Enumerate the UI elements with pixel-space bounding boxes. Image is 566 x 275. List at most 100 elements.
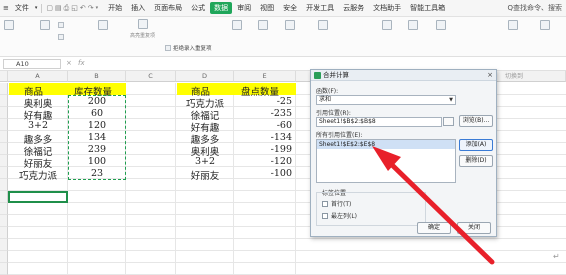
- print-icon[interactable]: ⎙: [64, 4, 70, 13]
- left-col-checkbox[interactable]: 最左列(L): [322, 211, 357, 220]
- table2-product-cell[interactable]: 3+2: [183, 156, 227, 167]
- cancel-formula-icon[interactable]: ×: [66, 59, 72, 67]
- menu-tab[interactable]: 智能工具箱: [406, 2, 449, 14]
- table1-product-cell[interactable]: 巧克力派: [16, 168, 60, 182]
- row-header[interactable]: [0, 131, 8, 143]
- left-col-box[interactable]: [322, 212, 328, 219]
- row-header[interactable]: [0, 239, 8, 251]
- ribbon-import-button[interactable]: [508, 20, 518, 30]
- function-select[interactable]: 求和 ▼: [316, 95, 456, 105]
- dialog-titlebar[interactable]: 合并计算 ×: [311, 70, 496, 81]
- menu-tab[interactable]: 安全: [279, 2, 301, 14]
- ok-button[interactable]: 确定: [417, 222, 451, 234]
- row-header[interactable]: [0, 251, 8, 263]
- dialog-title: 合并计算: [323, 71, 349, 79]
- row-header[interactable]: [0, 119, 8, 131]
- ribbon-sort-button[interactable]: [98, 20, 108, 30]
- row-header[interactable]: [0, 83, 8, 95]
- menu-tab[interactable]: 页面布局: [150, 2, 186, 14]
- import-icon: [508, 20, 518, 30]
- reject-duplicates-button[interactable]: 拒绝录入重复项: [165, 44, 212, 52]
- new-file-icon[interactable]: ▢: [46, 4, 53, 12]
- table2-product-cell[interactable]: 好丽友: [183, 168, 227, 182]
- app-icon: [314, 72, 321, 79]
- row-header[interactable]: [0, 227, 8, 239]
- row-header[interactable]: [0, 191, 8, 203]
- menu-tab[interactable]: 数据: [210, 2, 233, 14]
- split-icon: [232, 20, 242, 30]
- chevron-down-icon[interactable]: ▾: [35, 5, 38, 11]
- add-button[interactable]: 添加(A): [459, 139, 493, 151]
- file-menu[interactable]: 文件: [11, 2, 33, 14]
- row-header[interactable]: [0, 215, 8, 227]
- preview-icon[interactable]: ◱: [71, 4, 78, 12]
- column-header-b[interactable]: B: [68, 71, 126, 82]
- range-picker-icon[interactable]: [443, 117, 454, 126]
- ribbon-group-button[interactable]: [382, 20, 392, 30]
- all-refs-list[interactable]: Sheet1!$E$2:$E$8: [316, 139, 456, 183]
- browse-button[interactable]: 浏览(B)...: [459, 115, 493, 127]
- menu-tab[interactable]: 审阅: [233, 2, 255, 14]
- row-header[interactable]: [0, 143, 8, 155]
- ribbon-filter-all[interactable]: [58, 22, 64, 28]
- table2-qty-cell[interactable]: -199: [238, 144, 292, 155]
- table2-qty-cell[interactable]: -235: [238, 108, 292, 119]
- menu-tab[interactable]: 视图: [256, 2, 278, 14]
- menu-tab[interactable]: 公式: [187, 2, 209, 14]
- search-command[interactable]: Q查找命令、搜索: [507, 3, 566, 13]
- row-header[interactable]: [0, 95, 8, 107]
- row-header[interactable]: [0, 155, 8, 167]
- column-header-d[interactable]: D: [176, 71, 234, 82]
- table2-qty-cell[interactable]: -100: [238, 168, 292, 179]
- table2-qty-cell[interactable]: -134: [238, 132, 292, 143]
- ribbon-reapply[interactable]: [58, 34, 64, 40]
- first-row-checkbox[interactable]: 首行(T): [322, 199, 351, 208]
- ribbon-pivot-button[interactable]: [4, 20, 14, 30]
- row-header[interactable]: [0, 107, 8, 119]
- menu-tab[interactable]: 插入: [127, 2, 149, 14]
- menu-tab[interactable]: 云服务: [339, 2, 368, 14]
- paragraph-mark: ↵: [553, 252, 560, 261]
- ribbon-filter-button[interactable]: [40, 20, 50, 30]
- ribbon-refresh-button[interactable]: [540, 20, 550, 30]
- ribbon-consolidate-button[interactable]: [318, 20, 328, 30]
- ribbon-dropdown-button[interactable]: [285, 20, 295, 30]
- close-button[interactable]: 关闭: [457, 222, 491, 234]
- redo-icon[interactable]: ↷: [88, 4, 94, 12]
- ribbon-ungroup-button[interactable]: [408, 20, 418, 30]
- menu-tab[interactable]: 开发工具: [302, 2, 338, 14]
- table2-qty-cell[interactable]: -120: [238, 156, 292, 167]
- table1-product-cell[interactable]: 3+2: [16, 120, 60, 131]
- highlight-duplicates-button[interactable]: 高亮重复项: [130, 19, 155, 39]
- ref-input[interactable]: Sheet1!$B$2:$B$8: [316, 117, 442, 127]
- table2-qty-cell[interactable]: -60: [238, 120, 292, 131]
- corner-cell[interactable]: [0, 71, 8, 82]
- table2-qty-cell[interactable]: -25: [238, 96, 292, 107]
- undo-icon[interactable]: ↶: [80, 4, 86, 12]
- name-box[interactable]: A10: [3, 59, 61, 69]
- ref-list-item[interactable]: Sheet1!$E$2:$E$8: [317, 140, 455, 149]
- column-header-a[interactable]: A: [8, 71, 68, 82]
- more-icon[interactable]: ▾: [96, 5, 99, 11]
- close-icon[interactable]: ×: [487, 70, 493, 81]
- menu-tab[interactable]: 文档助手: [369, 2, 405, 14]
- menu-tab[interactable]: 开始: [104, 2, 126, 14]
- row-header[interactable]: [0, 179, 8, 191]
- column-header-e[interactable]: E: [234, 71, 296, 82]
- first-row-box[interactable]: [322, 200, 328, 207]
- ribbon-split-button[interactable]: [232, 20, 242, 30]
- row-header[interactable]: [0, 203, 8, 215]
- ribbon-subtotal-button[interactable]: [436, 20, 446, 30]
- open-icon[interactable]: ▤: [55, 4, 62, 12]
- ribbon-validate-button[interactable]: [258, 20, 268, 30]
- fx-icon[interactable]: fx: [78, 59, 85, 67]
- column-header-c[interactable]: C: [126, 71, 176, 82]
- hamburger-icon[interactable]: ≡: [3, 4, 9, 12]
- grid-line: [8, 238, 566, 239]
- row-header[interactable]: [0, 167, 8, 179]
- selected-cell-a10[interactable]: [8, 191, 68, 203]
- grid-line: [8, 250, 566, 251]
- delete-button[interactable]: 删除(D): [459, 155, 493, 167]
- grid-line: [295, 83, 296, 275]
- row-header[interactable]: [0, 263, 8, 275]
